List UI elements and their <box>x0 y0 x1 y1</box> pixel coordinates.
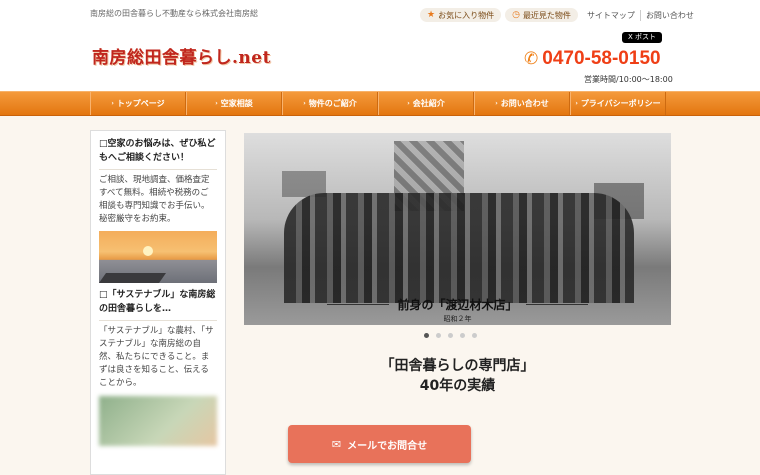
nav-item-top[interactable]: › トップページ <box>90 92 186 115</box>
countryside-image[interactable] <box>99 396 217 446</box>
site-logo[interactable]: 南房総田舎暮らし.net <box>92 43 271 68</box>
nav-item-company[interactable]: › 会社紹介 <box>378 92 474 115</box>
hero-slider[interactable]: 前身の「渡辺材木店」 昭和２年 <box>244 133 671 325</box>
history-icon: ◷ <box>512 10 520 20</box>
slider-dot[interactable] <box>472 333 477 338</box>
contact-link[interactable]: お問い合わせ <box>639 9 699 21</box>
slider-dot[interactable] <box>424 333 429 338</box>
phone-number[interactable]: ✆ 0470-58-0150 <box>524 48 661 70</box>
nav-label: トップページ <box>116 99 165 108</box>
sunset-pier-image[interactable] <box>99 231 217 283</box>
chevron-right-icon: › <box>495 100 498 107</box>
photo-group <box>284 193 634 303</box>
caption-divider-right <box>525 304 588 305</box>
mail-icon: ✉ <box>331 437 342 451</box>
pier-shape <box>99 273 167 283</box>
mail-button-label: メールでお問合せ <box>347 440 428 452</box>
recent-link[interactable]: ◷ 最近見た物件 <box>505 8 578 22</box>
nav-item-privacy[interactable]: › プライバシーポリシー <box>570 92 666 115</box>
global-nav: › トップページ › 空家相談 › 物件のご紹介 › 会社紹介 › お問い合わせ › プライ… <box>0 91 760 116</box>
chevron-right-icon: › <box>303 100 306 107</box>
favorites-label: お気に入り物件 <box>438 10 495 20</box>
hero-line1: 「田舎暮らしの専門店」 <box>380 358 535 374</box>
slider-dots <box>424 333 477 338</box>
slider-dot[interactable] <box>436 333 441 338</box>
chevron-right-icon: › <box>111 100 114 107</box>
phone-number-text: 0470-58-0150 <box>542 48 661 69</box>
slider-caption-main: 前身の「渡辺材木店」 <box>244 296 671 313</box>
sidebar-block2-title[interactable]: □「サステナブル」な南房総の田舎暮らしを… <box>99 288 217 321</box>
nav-label: 空家相談 <box>220 99 253 108</box>
chevron-right-icon: › <box>407 100 410 107</box>
nav-label: プライバシーポリシー <box>580 99 661 108</box>
hero-line2: 40年の実績 <box>419 378 496 394</box>
chevron-right-icon: › <box>215 100 218 107</box>
caption-divider-left <box>327 304 390 305</box>
nav-label: 会社紹介 <box>412 99 445 108</box>
recent-label: 最近見た物件 <box>522 10 571 20</box>
header-links: ★ お気に入り物件 ◷ 最近見た物件 サイトマップ お問い合わせ <box>420 8 699 22</box>
business-hours: 営業時間/10:00～18:00 <box>584 75 673 84</box>
chevron-right-icon: › <box>575 100 578 107</box>
sidebar-block1-title[interactable]: □空家のお悩みは、ぜひ私どもへご相談ください！ <box>99 137 217 170</box>
slider-dot[interactable] <box>448 333 453 338</box>
nav-label: お問い合わせ <box>500 99 549 108</box>
sidebar-block2-text: 「サステナブル」な農村、「サステナブル」な南房総の自然、私たちにできること。まず… <box>99 326 214 388</box>
mail-contact-button[interactable]: ✉ メールでお問合せ <box>288 425 471 463</box>
site-tagline: 南房総の田舎暮らし不動産なら株式会社南房総 <box>90 9 258 18</box>
sun-shape <box>143 246 153 256</box>
slider-caption-sub: 昭和２年 <box>443 315 472 323</box>
hero-text: 「田舎暮らしの専門店」 40年の実績 <box>244 356 671 396</box>
nav-label: 物件のご紹介 <box>308 99 357 108</box>
nav-item-vacant-house[interactable]: › 空家相談 <box>186 92 282 115</box>
sitemap-link[interactable]: サイトマップ <box>582 10 640 21</box>
caption-main-text: 前身の「渡辺材木店」 <box>397 298 518 312</box>
slider-caption: 前身の「渡辺材木店」 昭和２年 <box>244 296 671 324</box>
nav-item-contact[interactable]: › お問い合わせ <box>474 92 570 115</box>
slider-dot[interactable] <box>460 333 465 338</box>
nav-item-properties[interactable]: › 物件のご紹介 <box>282 92 378 115</box>
star-icon: ★ <box>427 10 436 20</box>
favorites-link[interactable]: ★ お気に入り物件 <box>420 8 502 22</box>
sidebar-block1-text: ご相談、現地調査、価格査定すべて無料。相続や税務のご相談も専門知識でお手伝い。秘… <box>99 175 210 224</box>
phone-icon: ✆ <box>524 49 539 69</box>
sidebar: □空家のお悩みは、ぜひ私どもへご相談ください！ ご相談、現地調査、価格査定すべて… <box>90 130 226 475</box>
x-post-button[interactable]: X ポスト <box>622 32 663 43</box>
